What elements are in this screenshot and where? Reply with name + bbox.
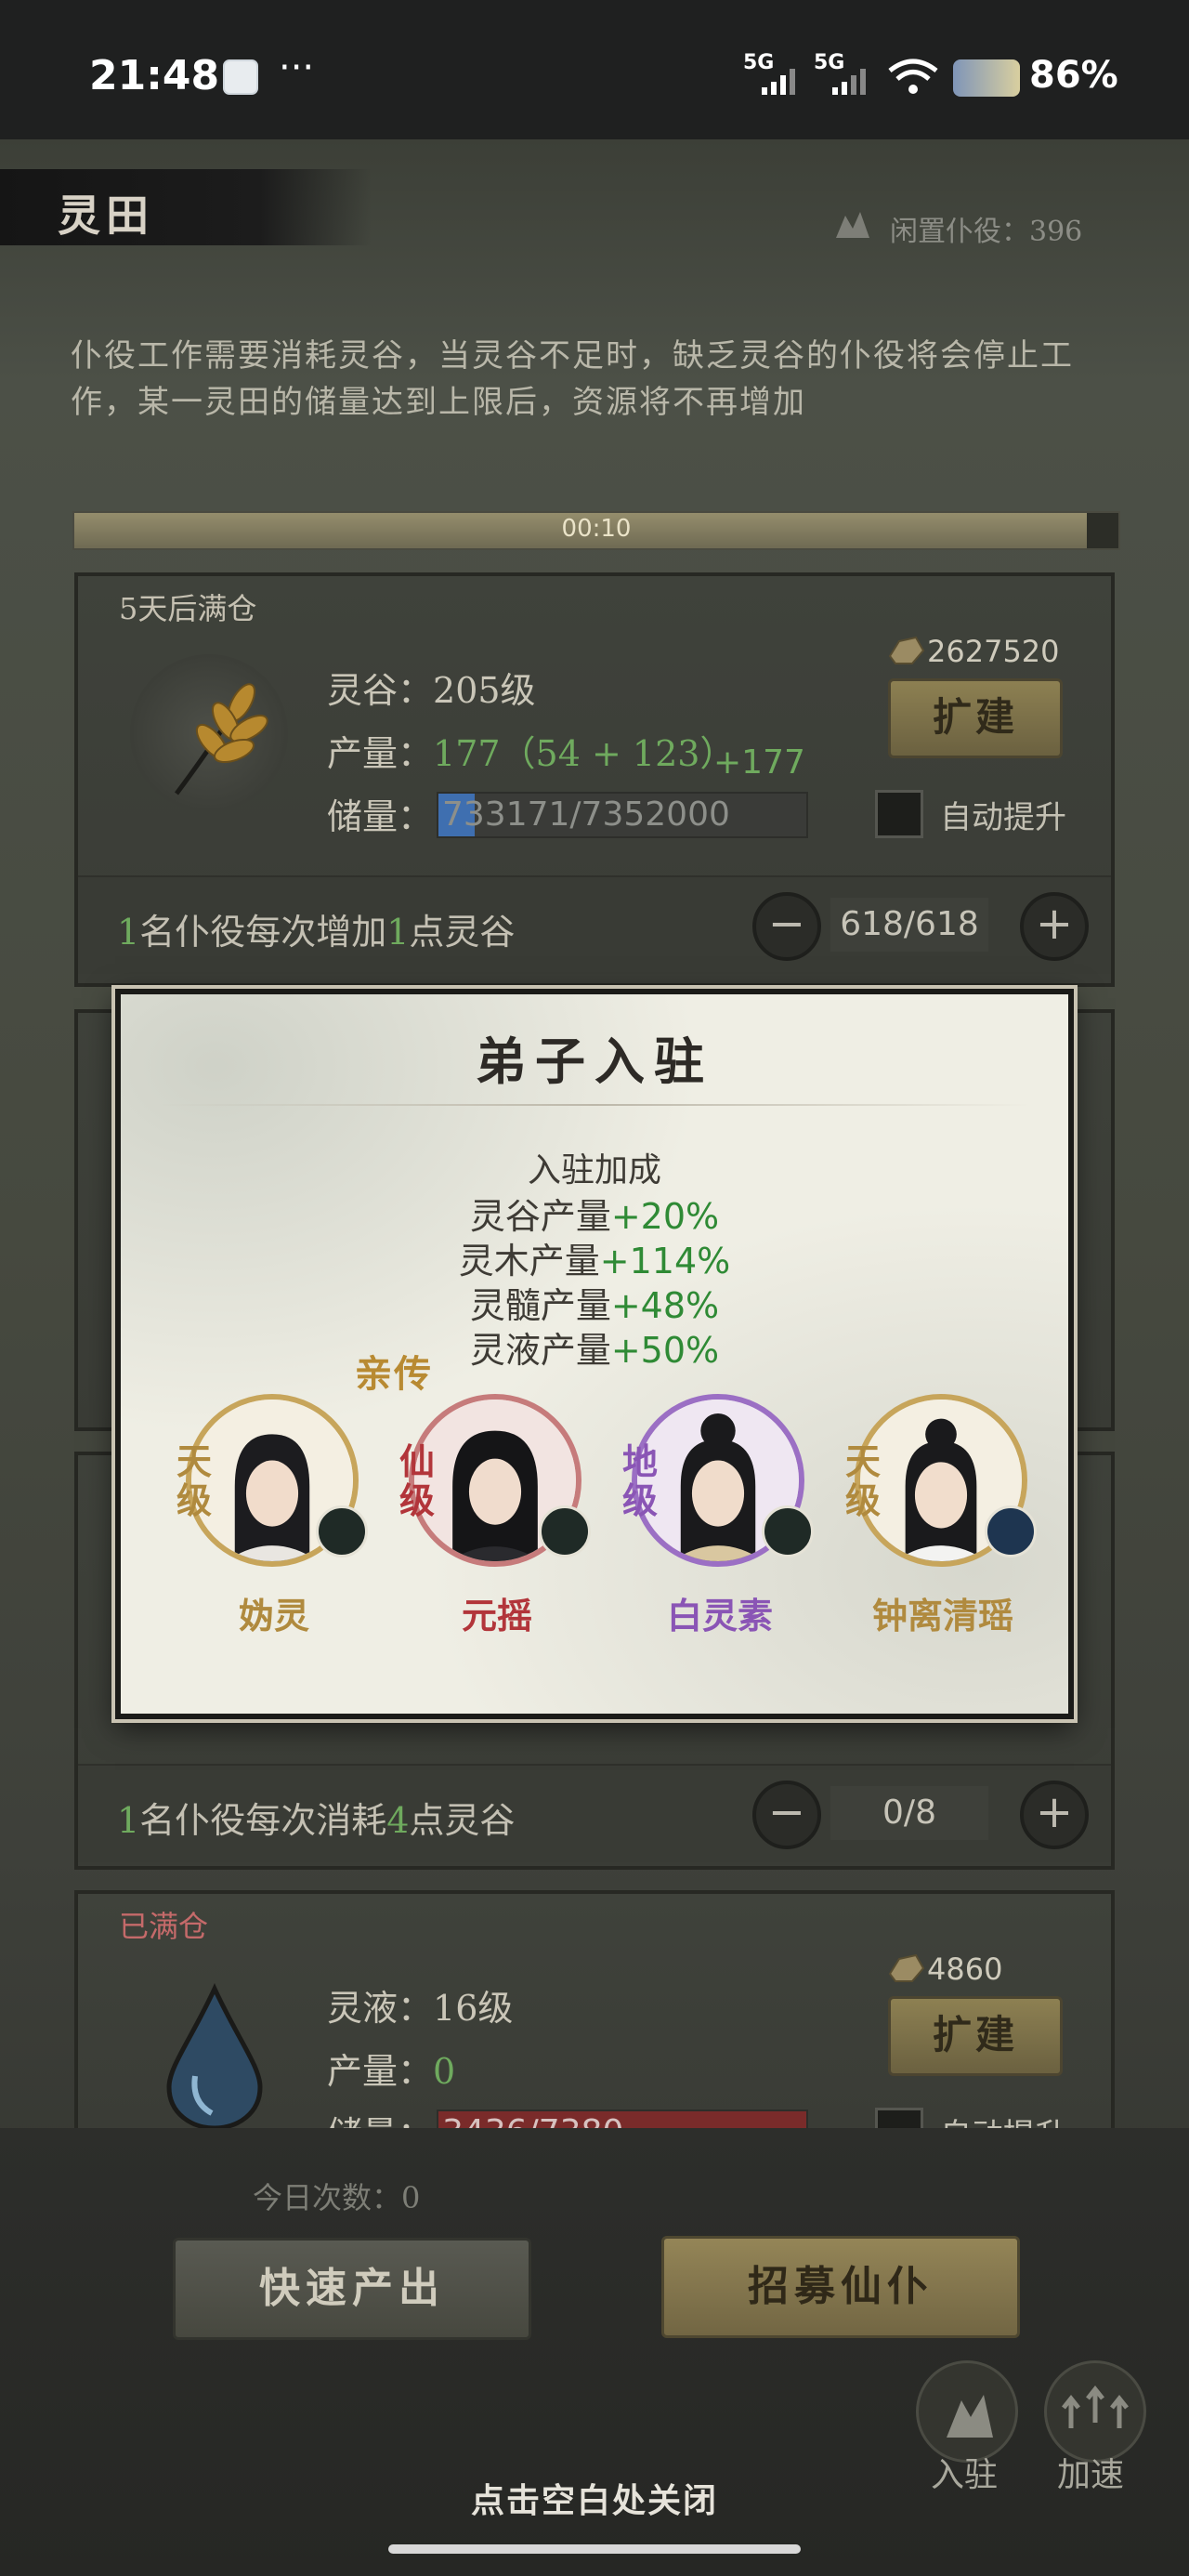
- direct-disciple-tag: 亲传: [355, 1352, 433, 1396]
- auto-upgrade-label: 自动提升: [940, 799, 1066, 836]
- increase-button[interactable]: +: [1020, 1781, 1089, 1849]
- bonus-line-grain: 灵谷产量+20%: [469, 1196, 720, 1237]
- modal-title: 弟子入驻: [476, 1032, 713, 1091]
- disciple-name: 白灵素: [666, 1595, 773, 1636]
- servant-count: 618/618: [830, 898, 988, 952]
- servant-rule-text: 1名仆役每次增加1点灵谷: [117, 912, 516, 953]
- bonus-line-marrow: 灵髓产量+48%: [469, 1285, 720, 1326]
- status-bar: 21:48 ··· 5G 5G 86%: [0, 0, 1189, 139]
- bonus-line-liquid: 灵液产量+50%: [469, 1330, 720, 1371]
- water-drop-icon: [166, 1983, 263, 2128]
- disciple-rank: 地级: [622, 1440, 659, 1521]
- field-level-row: 灵谷：205级: [327, 662, 536, 713]
- recruit-servant-button[interactable]: 招募仙仆: [661, 2236, 1020, 2338]
- expand-button[interactable]: 扩建: [888, 1996, 1063, 2076]
- servant-rule-text: 1名仆役每次消耗4点灵谷: [117, 1800, 516, 1841]
- field-image: [130, 654, 288, 812]
- home-indicator[interactable]: [388, 2544, 801, 2554]
- disciple-card[interactable]: 仙级 元摇: [399, 1394, 613, 1636]
- storage-value: 733171/7352000: [442, 795, 730, 834]
- output-label: 产量：: [327, 733, 434, 774]
- disciple-rank: 仙级: [399, 1440, 436, 1521]
- status-time: 21:48: [89, 52, 220, 99]
- disciple-station-modal: 弟子入驻 入驻加成 灵谷产量+20% 灵木产量+114% 灵髓产量+48% 灵液…: [115, 989, 1074, 1719]
- wifi-icon: [888, 59, 938, 94]
- disciple-card[interactable]: 天级 钟离清瑶: [845, 1394, 1059, 1636]
- field-level-row: 灵液：16级: [327, 1988, 514, 2029]
- signal-icon: [762, 69, 795, 95]
- servant-rule-row: 1名仆役每次消耗4点灵谷 − 0/8 +: [78, 1764, 1111, 1862]
- field-output-row: 产量：0: [327, 2051, 456, 2092]
- servant-rule-row: 1名仆役每次增加1点灵谷 − 618/618 +: [78, 875, 1111, 974]
- decrease-button[interactable]: −: [752, 1781, 821, 1849]
- disciple-card[interactable]: 天级 妫灵: [176, 1394, 390, 1636]
- bonus-line-wood: 灵木产量+114%: [458, 1241, 731, 1281]
- servant-count: 0/8: [830, 1786, 988, 1840]
- expand-button[interactable]: 扩建: [888, 678, 1063, 758]
- expand-cost: 2627520: [927, 634, 1060, 669]
- page-title: 灵田: [58, 191, 154, 241]
- field-card-liquid: 已满仓 灵液：16级 产量：0 储量： 3436/7380 4860 扩建 自动…: [74, 1890, 1115, 2132]
- auto-upgrade-checkbox[interactable]: [875, 790, 923, 838]
- battery-percent: 86%: [1029, 54, 1118, 97]
- element-icon: [762, 1505, 814, 1557]
- ore-icon: [888, 636, 925, 664]
- decrease-button[interactable]: −: [752, 892, 821, 961]
- element-icon: [985, 1505, 1037, 1557]
- ore-icon: [888, 1953, 925, 1982]
- output-delta: +177: [713, 743, 805, 782]
- app-icon: [223, 59, 258, 95]
- signal-icon-2: [832, 69, 866, 95]
- wheat-icon: [174, 683, 268, 795]
- field-full-status: 已满仓: [119, 1909, 209, 1944]
- cycle-timer: 00:10: [561, 515, 632, 543]
- disciple-name: 钟离清瑶: [871, 1595, 1013, 1636]
- element-icon: [316, 1505, 368, 1557]
- increase-button[interactable]: +: [1020, 892, 1089, 961]
- field-level: 205级: [433, 670, 536, 711]
- field-name-label: 灵谷：: [327, 670, 434, 711]
- storage-bar: 733171/7352000: [437, 792, 808, 838]
- element-icon: [539, 1505, 591, 1557]
- more-icon: ···: [279, 46, 315, 89]
- notice-text: 仆役工作需要消耗灵谷，当灵谷不足时，缺乏灵谷的仆役将会停止工作，某一灵田的储量达…: [71, 337, 1074, 421]
- cycle-progress-bar: 00:10: [72, 511, 1120, 550]
- quick-output-button[interactable]: 快速产出: [173, 2238, 531, 2340]
- today-count: 今日次数：0: [253, 2180, 421, 2215]
- disciple-card[interactable]: 地级 白灵素: [622, 1394, 836, 1636]
- disciple-rank: 天级: [845, 1440, 882, 1521]
- storage-label: 储量：: [327, 796, 434, 837]
- close-hint[interactable]: 点击空白处关闭: [0, 2474, 1189, 2522]
- header-band: [0, 169, 372, 245]
- disciple-name: 妫灵: [238, 1595, 309, 1636]
- disciple-name: 元摇: [461, 1595, 532, 1636]
- servant-icon: [836, 212, 869, 238]
- output-value: 177（54 + 123）: [433, 733, 736, 774]
- field-card-grain: 5天后满仓 灵谷：205级 产量：177（54 + 123） +177 储量： …: [74, 572, 1115, 987]
- bonus-heading: 入驻加成: [527, 1151, 661, 1189]
- field-output-row: 产量：177（54 + 123）: [327, 725, 735, 776]
- title-divider: [158, 1104, 1031, 1106]
- disciple-rank: 天级: [176, 1440, 213, 1521]
- expand-cost: 4860: [927, 1952, 1003, 1987]
- field-full-eta: 5天后满仓: [119, 591, 257, 626]
- battery-icon: [953, 59, 1020, 97]
- idle-servants-label: 闲置仆役：396: [890, 216, 1083, 248]
